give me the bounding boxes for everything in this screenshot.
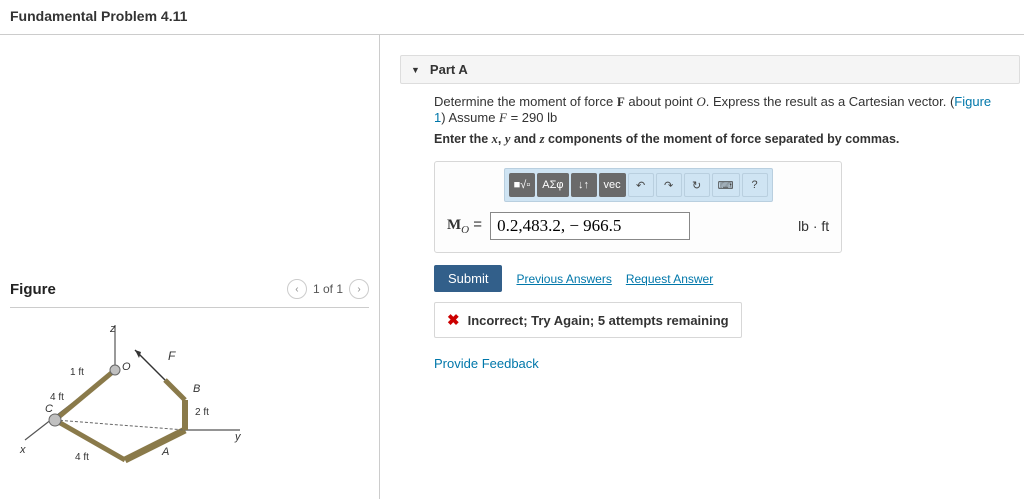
undo-icon[interactable]: ↶ [628, 173, 654, 197]
formula-toolbar: ■√▫ ΑΣφ ↓↑ vec ↶ ↷ ↻ ⌨ ? [504, 168, 773, 202]
svg-text:C: C [45, 403, 53, 415]
problem-title: Fundamental Problem 4.11 [0, 0, 1024, 35]
reset-icon[interactable]: ↻ [684, 173, 710, 197]
svg-text:2 ft: 2 ft [195, 407, 209, 418]
svg-text:B: B [193, 383, 200, 395]
svg-text:4 ft: 4 ft [75, 452, 89, 463]
answer-label: MO = [447, 216, 482, 236]
svg-text:O: O [122, 361, 131, 373]
feedback-text: Incorrect; Try Again; 5 attempts remaini… [468, 313, 729, 328]
main: Figure ‹ 1 of 1 › z x y F O [0, 35, 1024, 499]
redo-icon[interactable]: ↷ [656, 173, 682, 197]
figure-prev-icon[interactable]: ‹ [287, 279, 307, 299]
answer-input[interactable] [490, 212, 690, 240]
svg-text:y: y [234, 431, 242, 443]
template-icon[interactable]: ■√▫ [509, 173, 536, 197]
feedback-box: ✖ Incorrect; Try Again; 5 attempts remai… [434, 302, 742, 338]
previous-answers-link[interactable]: Previous Answers [516, 272, 611, 286]
request-answer-link[interactable]: Request Answer [626, 272, 713, 286]
left-panel: Figure ‹ 1 of 1 › z x y F O [0, 35, 380, 499]
part-header[interactable]: ▼ Part A [400, 55, 1020, 84]
figure-pager: ‹ 1 of 1 › [287, 279, 369, 299]
right-panel: ▼ Part A Determine the moment of force F… [380, 35, 1024, 499]
prompt-text: Determine the moment of force F about po… [434, 94, 1006, 126]
greek-icon[interactable]: ΑΣφ [537, 173, 568, 197]
figure-next-icon[interactable]: › [349, 279, 369, 299]
subscript-icon[interactable]: ↓↑ [571, 173, 597, 197]
collapse-icon: ▼ [411, 65, 420, 75]
incorrect-icon: ✖ [447, 311, 460, 329]
help-icon[interactable]: ? [742, 173, 768, 197]
vec-icon[interactable]: vec [599, 173, 626, 197]
part-body: Determine the moment of force F about po… [400, 84, 1020, 371]
svg-text:A: A [161, 446, 169, 458]
svg-text:1 ft: 1 ft [70, 367, 84, 378]
figure-header: Figure ‹ 1 of 1 › [10, 275, 369, 308]
enter-instruction: Enter the x, y and z components of the m… [434, 132, 1006, 147]
part-title: Part A [430, 62, 468, 77]
svg-text:z: z [109, 323, 116, 335]
units-label: lb · ft [798, 218, 829, 234]
answer-box: ■√▫ ΑΣφ ↓↑ vec ↶ ↷ ↻ ⌨ ? MO = lb · ft [434, 161, 842, 253]
provide-feedback-link[interactable]: Provide Feedback [434, 356, 1006, 371]
figure-diagram: z x y F O B C A 1 ft 4 ft 4 ft 2 ft [10, 320, 270, 470]
submit-row: Submit Previous Answers Request Answer [434, 265, 1006, 292]
figure-heading: Figure [10, 281, 56, 298]
submit-button[interactable]: Submit [434, 265, 502, 292]
svg-text:x: x [19, 444, 26, 456]
answer-row: MO = lb · ft [443, 210, 833, 242]
svg-text:F: F [168, 349, 176, 363]
figure-page-text: 1 of 1 [313, 282, 343, 296]
keyboard-icon[interactable]: ⌨ [712, 173, 740, 197]
svg-text:4 ft: 4 ft [50, 392, 64, 403]
